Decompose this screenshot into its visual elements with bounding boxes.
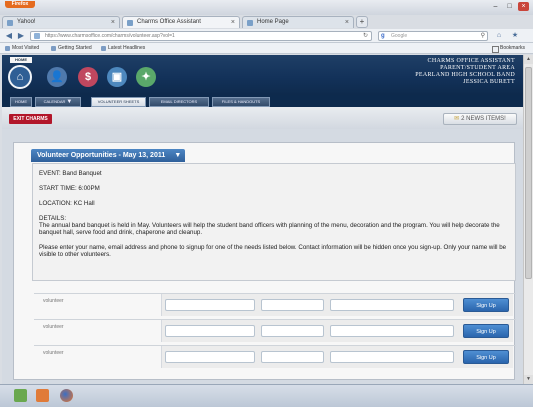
user-icon[interactable]: 👤: [47, 67, 67, 87]
tab-close-icon[interactable]: ×: [111, 17, 115, 28]
chevron-down-icon[interactable]: ▼: [174, 149, 181, 162]
volunteer-label: volunteer: [43, 350, 64, 356]
menu-bar: HOME CALENDAR▼ VOLUNTEER SHEETS EMAIL DI…: [2, 95, 523, 107]
event-start-time: START TIME: 6:00PM: [39, 185, 100, 192]
name-field[interactable]: [165, 325, 255, 337]
email-field[interactable]: [330, 351, 454, 363]
browser-title-bar: Firefox – □ ×: [0, 0, 533, 15]
firefox-icon[interactable]: [60, 389, 73, 402]
home-icon[interactable]: ⌂: [494, 31, 504, 41]
news-icon: ✉: [454, 116, 460, 122]
bookmark-getting-started[interactable]: Getting Started: [50, 43, 92, 53]
scroll-up-icon[interactable]: ▲: [524, 55, 533, 64]
powerpoint-icon[interactable]: [36, 389, 49, 402]
site-identity-icon[interactable]: [34, 33, 40, 39]
forward-icon[interactable]: ▶: [16, 31, 26, 41]
chevron-down-icon: ▼: [66, 99, 73, 105]
favicon-icon: [7, 20, 13, 26]
bookmark-most-visited[interactable]: Most Visited: [4, 43, 39, 53]
vertical-scrollbar[interactable]: ▲ ▼: [523, 55, 533, 384]
tab-home-page[interactable]: Home Page ×: [242, 16, 354, 28]
email-field[interactable]: [330, 325, 454, 337]
minimize-icon[interactable]: –: [490, 2, 501, 11]
bookmarks-menu[interactable]: Bookmarks: [491, 43, 525, 53]
panel-title[interactable]: Volunteer Opportunities - May 13, 2011 ▼: [31, 149, 186, 162]
scrollbar-thumb[interactable]: [525, 67, 532, 279]
bookmark-star-icon[interactable]: ★: [510, 31, 520, 41]
firefox-menu-button[interactable]: Firefox: [5, 1, 35, 8]
inventory-icon[interactable]: ▣: [107, 67, 127, 87]
table-row: volunteer Sign Up: [34, 293, 516, 316]
volunteer-panel: Volunteer Opportunities - May 13, 2011 ▼…: [13, 142, 516, 380]
sub-toolbar: EXIT CHARMS ✉ 2 NEWS ITEMS!: [2, 107, 523, 129]
new-tab-button[interactable]: +: [356, 16, 368, 28]
excel-icon[interactable]: [14, 389, 27, 402]
name-field[interactable]: [165, 299, 255, 311]
event-name: EVENT: Band Banquet: [39, 170, 102, 177]
bookmarks-bar: Most Visited Getting Started Latest Head…: [0, 43, 533, 54]
finances-icon[interactable]: $: [78, 67, 98, 87]
search-input[interactable]: g Google ⚲: [378, 31, 488, 41]
sign-up-button[interactable]: Sign Up: [463, 298, 509, 312]
favicon-icon: [247, 20, 253, 26]
app-header: HOME ⌂ 👤 $ ▣ ✦ CHARMS OFFICE ASSISTANT P…: [2, 55, 523, 95]
details-label: DETAILS:: [39, 215, 67, 222]
window-controls: – □ ×: [490, 2, 529, 11]
main-content: Volunteer Opportunities - May 13, 2011 ▼…: [2, 129, 523, 384]
menu-home[interactable]: HOME: [10, 97, 32, 107]
news-items-button[interactable]: ✉ 2 NEWS ITEMS!: [443, 113, 517, 125]
email-field[interactable]: [330, 299, 454, 311]
name-field[interactable]: [165, 351, 255, 363]
phone-field[interactable]: [261, 325, 324, 337]
close-icon[interactable]: ×: [518, 2, 529, 11]
favicon-icon: [127, 20, 133, 26]
star-icon[interactable]: ✦: [136, 67, 156, 87]
tab-charms-office-assistant[interactable]: Charms Office Assistant ×: [122, 16, 240, 28]
taskbar: [0, 384, 533, 407]
bookmark-latest-headlines[interactable]: Latest Headlines: [100, 43, 145, 53]
tab-yahoo[interactable]: Yahoo! ×: [2, 16, 120, 28]
sign-up-button[interactable]: Sign Up: [463, 350, 509, 364]
volunteer-label: volunteer: [43, 298, 64, 304]
tab-close-icon[interactable]: ×: [345, 17, 349, 28]
menu-email-directors[interactable]: EMAIL DIRECTORS: [149, 97, 209, 107]
header-info: CHARMS OFFICE ASSISTANT PARENT/STUDENT A…: [415, 58, 515, 85]
scroll-down-icon[interactable]: ▼: [524, 375, 533, 384]
phone-field[interactable]: [261, 299, 324, 311]
back-icon[interactable]: ◀: [4, 31, 14, 41]
menu-volunteer-sheets[interactable]: VOLUNTEER SHEETS: [91, 97, 146, 107]
tab-close-icon[interactable]: ×: [231, 17, 235, 28]
event-location: LOCATION: KC Hall: [39, 200, 95, 207]
home-tag: HOME: [10, 57, 32, 63]
sign-up-button[interactable]: Sign Up: [463, 324, 509, 338]
volunteer-signup-table: volunteer Sign Up volunteer Sign Up volu…: [34, 293, 516, 372]
google-icon: g: [381, 33, 385, 39]
menu-calendar[interactable]: CALENDAR▼: [35, 97, 81, 107]
maximize-icon[interactable]: □: [504, 2, 515, 11]
event-details: EVENT: Band Banquet START TIME: 6:00PM L…: [32, 163, 516, 281]
details-text: The annual band banquet is held in May. …: [39, 222, 500, 236]
volunteer-label: volunteer: [43, 324, 64, 330]
home-icon[interactable]: ⌂: [8, 65, 32, 89]
menu-files-handouts[interactable]: FILES & HANDOUTS: [212, 97, 270, 107]
instructions-text: Please enter your name, email address an…: [39, 244, 507, 258]
table-row: volunteer Sign Up: [34, 319, 516, 342]
exit-charms-button[interactable]: EXIT CHARMS: [9, 114, 52, 124]
reload-icon[interactable]: ↻: [363, 32, 368, 40]
table-row: volunteer Sign Up: [34, 345, 516, 368]
address-bar[interactable]: https://www.charmsoffice.com/charms/volu…: [30, 31, 372, 41]
phone-field[interactable]: [261, 351, 324, 363]
search-icon[interactable]: ⚲: [481, 32, 485, 40]
navigation-bar: ◀ ▶ https://www.charmsoffice.com/charms/…: [0, 29, 533, 43]
